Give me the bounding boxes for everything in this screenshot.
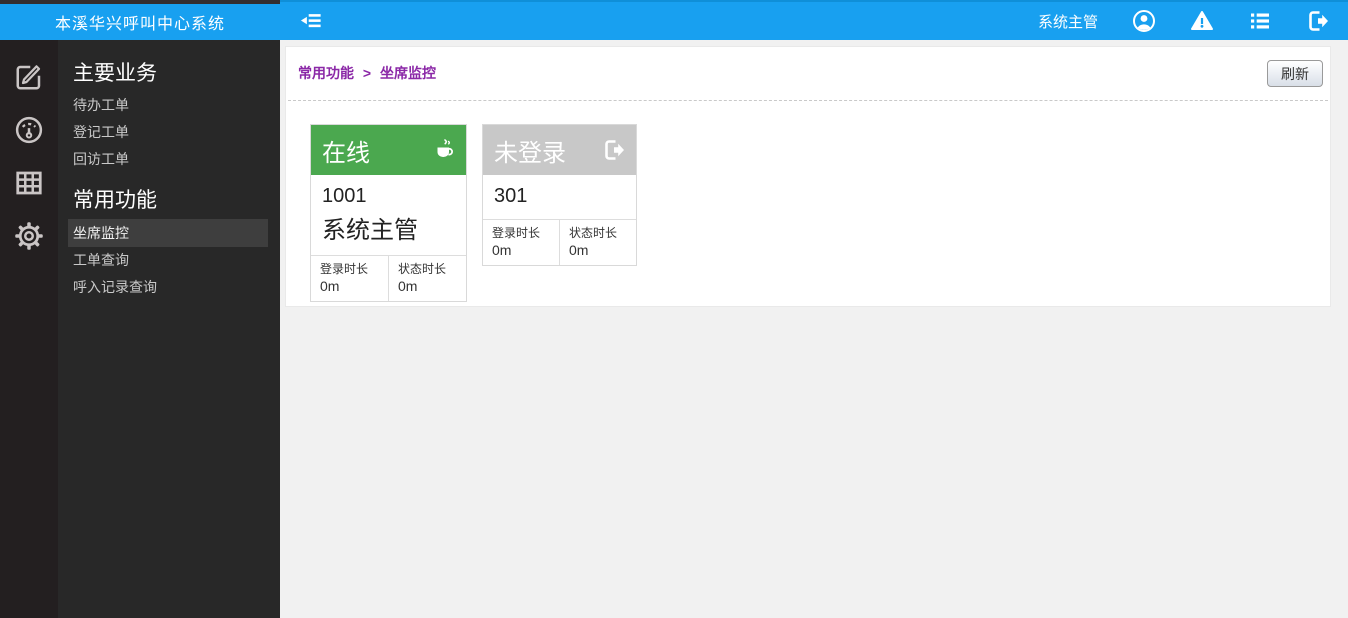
state-duration-label: 状态时长 [398,262,447,276]
warning-icon[interactable] [1190,9,1214,33]
edit-icon[interactable] [14,62,44,92]
gear-icon[interactable] [14,221,44,251]
sidebar-item-pending-workorders[interactable]: 待办工单 [58,92,280,119]
topbar-main: 系统主管 [280,0,1348,40]
sidebar-item-followup-workorders[interactable]: 回访工单 [58,146,280,173]
login-duration-cell: 登录时长 0m [311,256,389,301]
list-icon[interactable] [1248,9,1272,33]
agent-status-label: 在线 [322,139,370,167]
state-duration-value: 0m [398,278,418,294]
state-duration-cell: 状态时长 0m [389,256,466,301]
collapse-sidebar-icon[interactable] [300,10,322,32]
icon-rail [0,40,58,618]
sidebar-item-workorder-query[interactable]: 工单查询 [58,247,280,274]
logout-icon [602,138,626,162]
main-content: 常用功能 > 坐席监控 刷新 在线 1001 系统主管 登录时长 0m 状态时长… [280,40,1348,618]
app-title: 本溪华兴呼叫中心系统 [54,16,225,33]
sidebar-item-register-workorders[interactable]: 登记工单 [58,119,280,146]
state-duration-label: 状态时长 [569,226,618,240]
login-duration-value: 0m [320,278,340,294]
app-logo: 本溪华兴呼叫中心系统 [0,0,280,40]
breadcrumb-current[interactable]: 坐席监控 [380,65,436,81]
login-duration-value: 0m [492,242,512,258]
topbar-username: 系统主管 [1037,13,1098,31]
login-duration-label: 登录时长 [492,226,541,240]
agent-name: 系统主管 [322,217,418,244]
agent-cards: 在线 1001 系统主管 登录时长 0m 状态时长 0m 未登录 301 登录时… [286,101,1330,302]
topbar-right: 系统主管 [1038,9,1348,33]
gauge-icon[interactable] [14,115,44,145]
sidebar-menu: 主要业务 待办工单 登记工单 回访工单 常用功能 坐席监控 工单查询 呼入记录查… [58,40,280,618]
agent-card-online[interactable]: 在线 1001 系统主管 登录时长 0m 状态时长 0m [310,124,467,302]
state-duration-value: 0m [569,242,589,258]
agent-card-stats: 登录时长 0m 状态时长 0m [311,255,466,301]
agent-card-stats: 登录时长 0m 状态时长 0m [483,219,636,265]
coffee-cup-icon [432,138,456,162]
menu-section-main-business: 主要业务 [73,62,157,85]
agent-card-online-header: 在线 [311,125,466,175]
agent-card-offline-header: 未登录 [483,125,636,175]
sidebar-item-inbound-call-log-query[interactable]: 呼入记录查询 [58,274,280,301]
agent-id: 1001 [322,185,367,207]
breadcrumb-parent[interactable]: 常用功能 [298,65,354,81]
logout-icon[interactable] [1306,9,1330,33]
state-duration-cell: 状态时长 0m [560,220,636,265]
menu-section-common-functions: 常用功能 [73,189,157,212]
login-duration-cell: 登录时长 0m [483,220,560,265]
table-icon[interactable] [14,168,44,198]
agent-status-label: 未登录 [494,139,566,167]
breadcrumb: 常用功能 > 坐席监控 [298,60,436,83]
topbar: 本溪华兴呼叫中心系统 系统主管 [0,0,1348,40]
login-duration-label: 登录时长 [320,262,369,276]
breadcrumb-separator: > [362,65,372,81]
agent-card-offline[interactable]: 未登录 301 登录时长 0m 状态时长 0m [482,124,637,266]
agent-id: 301 [494,185,528,207]
user-icon[interactable] [1132,9,1156,33]
content-panel: 常用功能 > 坐席监控 刷新 在线 1001 系统主管 登录时长 0m 状态时长… [285,46,1331,307]
sidebar-item-agent-monitor[interactable]: 坐席监控 [68,219,268,247]
refresh-button[interactable]: 刷新 [1267,60,1323,87]
